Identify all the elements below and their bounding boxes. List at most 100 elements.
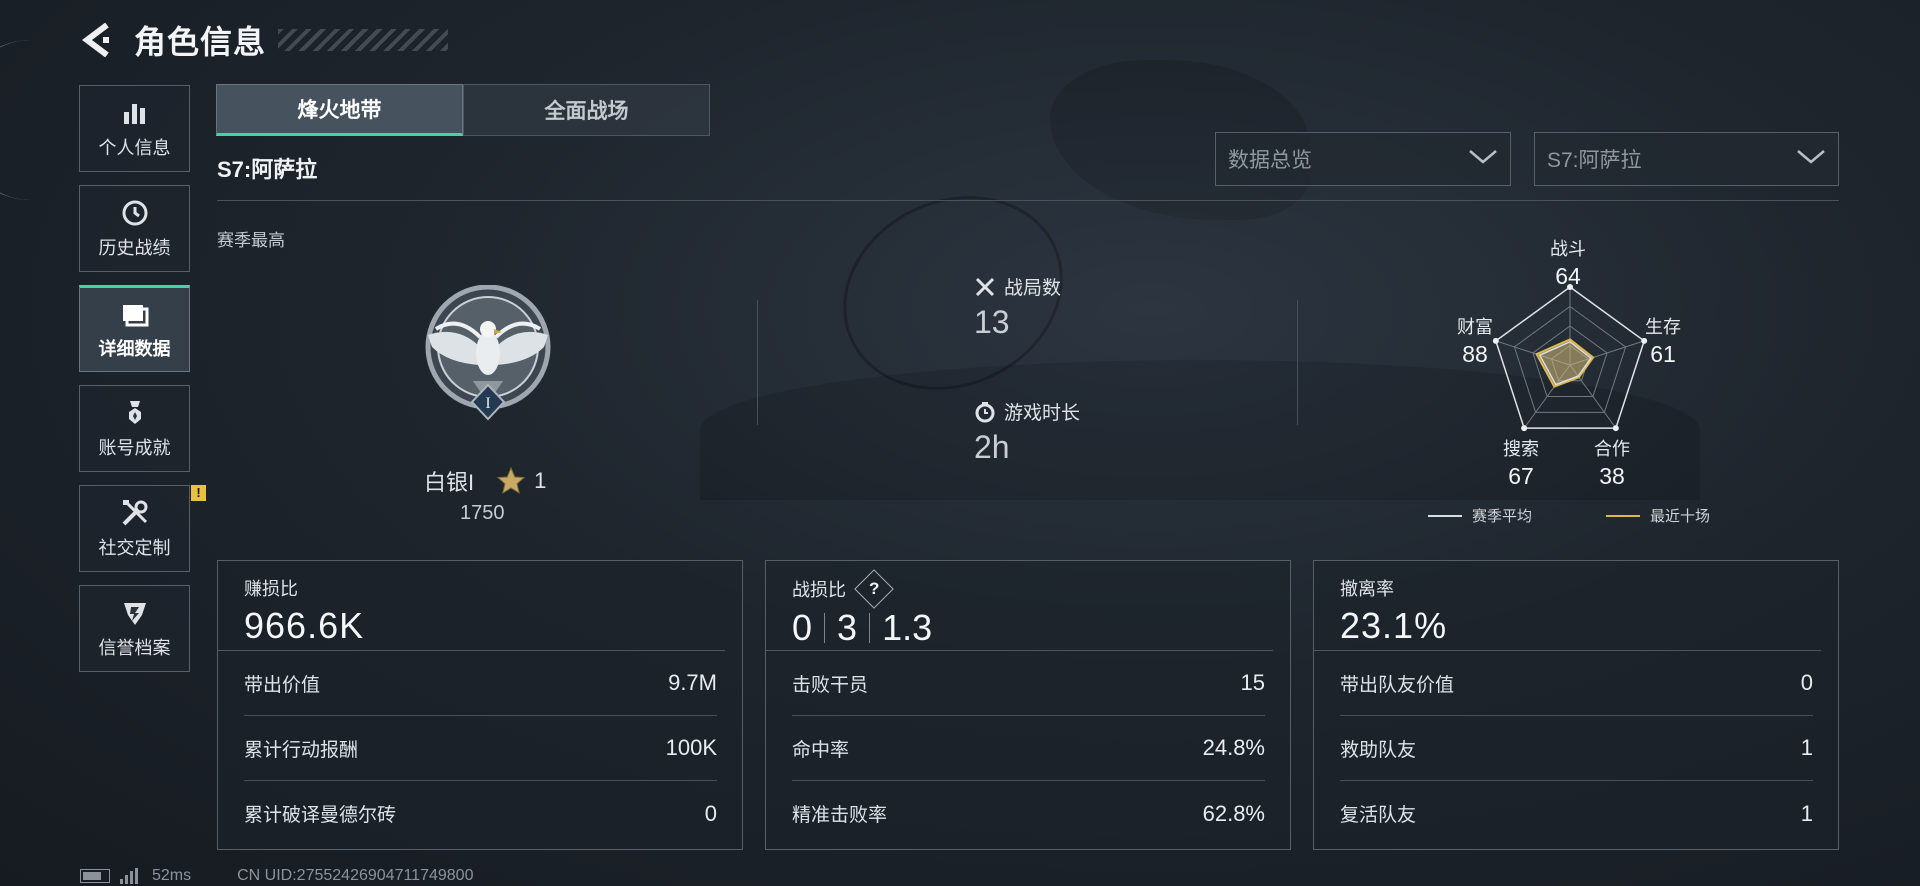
- table-row: 累计行动报酬 100K: [244, 716, 717, 781]
- playtime-stat: 游戏时长 2h: [974, 398, 1080, 466]
- sidebar: 个人信息 历史战绩 详细数据 账号成就 社交定制 ! 信誉档案: [79, 85, 206, 685]
- profit-ratio-panel: 赚损比 966.6K 带出价值 9.7M 累计行动报酬 100K 累计破译曼德尔…: [217, 560, 743, 850]
- battery-icon: [80, 869, 110, 883]
- kd-ratio-value: 1.3: [882, 607, 933, 648]
- chevron-down-icon: [1796, 147, 1826, 171]
- page-title: 角色信息: [134, 24, 267, 60]
- chevron-down-icon: [1468, 147, 1498, 171]
- radar-axis-name: 财富: [1457, 317, 1493, 337]
- achievement-medal-icon: [120, 398, 150, 428]
- sidebar-item-personal-info[interactable]: 个人信息: [79, 85, 190, 172]
- matches-value: 13: [974, 304, 1010, 340]
- radar-axis-value: 64: [1555, 263, 1581, 289]
- row-value: 1: [1800, 800, 1813, 826]
- sidebar-item-label: 信誉档案: [98, 637, 171, 658]
- notification-badge: !: [191, 485, 206, 501]
- radar-axis-value: 61: [1650, 341, 1676, 367]
- sidebar-item-social-custom[interactable]: 社交定制 !: [79, 485, 206, 572]
- sidebar-item-label: 个人信息: [98, 137, 171, 158]
- uid-text: CN UID:27552426904711749800: [237, 867, 474, 884]
- kd-ratio-panel: 战损比 ? 0 3 1.3 击败干员 15 命中率 24.8% 精准击败率 62…: [765, 560, 1291, 850]
- shield-emblem-icon: [120, 598, 150, 628]
- playtime-value: 2h: [974, 429, 1010, 465]
- row-value: 62.8%: [1202, 800, 1265, 826]
- sidebar-item-detailed-data[interactable]: 详细数据: [79, 285, 190, 372]
- sidebar-item-label: 社交定制: [98, 537, 171, 558]
- profit-ratio-value: 966.6K: [244, 605, 365, 646]
- table-row: 带出队友价值 0: [1340, 651, 1813, 716]
- legend-label: 赛季平均: [1472, 508, 1533, 525]
- vertical-divider: [757, 300, 758, 425]
- extraction-rate-value: 23.1%: [1340, 605, 1448, 646]
- radar-axis-name: 合作: [1594, 439, 1630, 459]
- radar-axis-label: 生存 61: [1623, 313, 1703, 368]
- table-row: 救助队友 1: [1340, 716, 1813, 781]
- legend-season-average: 赛季平均: [1428, 505, 1532, 526]
- legend-label: 最近十场: [1650, 508, 1711, 525]
- row-value: 24.8%: [1202, 735, 1265, 760]
- radar-axis-label: 战斗 64: [1528, 235, 1608, 290]
- sidebar-item-reputation[interactable]: 信誉档案: [79, 585, 190, 672]
- bar-chart-icon: [120, 98, 150, 128]
- season-best-label: 赛季最高: [217, 231, 285, 250]
- radar-vertex-dot: [1521, 425, 1528, 432]
- stopwatch-icon: [974, 401, 996, 423]
- rank-name: 白银I: [424, 470, 475, 495]
- tab-warzone[interactable]: 烽火地带: [216, 84, 463, 136]
- radar-axis-name: 战斗: [1550, 239, 1586, 259]
- kd-kills: 0: [792, 607, 813, 648]
- radar-axis-label: 财富 88: [1435, 313, 1515, 368]
- status-footer: 52ms CN UID:27552426904711749800: [80, 867, 473, 885]
- rank-stars-count: 1: [534, 468, 547, 493]
- rank-score: 1750: [460, 502, 505, 524]
- kd-separator: [824, 613, 826, 643]
- svg-text:I: I: [485, 395, 490, 412]
- extraction-rate-panel: 撤离率 23.1% 带出队友价值 0 救助队友 1 复活队友 1: [1313, 560, 1839, 850]
- season-select-dropdown[interactable]: S7:阿萨拉: [1534, 132, 1839, 186]
- row-value: 15: [1240, 670, 1265, 695]
- view-select-value: 数据总览: [1228, 149, 1312, 172]
- table-row: 累计破译曼德尔砖 0: [244, 781, 717, 846]
- radar-axis-label: 搜索 67: [1481, 435, 1561, 490]
- radar-axis-value: 67: [1508, 463, 1534, 489]
- row-label: 救助队友: [1340, 739, 1417, 761]
- row-label: 带出价值: [244, 674, 321, 696]
- row-label: 精准击败率: [792, 805, 888, 826]
- help-icon[interactable]: ?: [854, 569, 894, 609]
- table-row: 复活队友 1: [1340, 781, 1813, 846]
- profit-ratio-label: 赚损比: [244, 579, 298, 599]
- header: 角色信息: [80, 18, 449, 62]
- mode-tabs: 烽火地带 全面战场: [216, 84, 710, 136]
- sidebar-item-label: 历史战绩: [98, 237, 171, 258]
- legend-line-season-average: [1428, 514, 1462, 517]
- table-row: 带出价值 9.7M: [244, 651, 717, 716]
- legend-recent-ten: 最近十场: [1606, 505, 1710, 526]
- kd-separator: [869, 613, 871, 643]
- row-value: 9.7M: [668, 670, 717, 695]
- view-select-dropdown[interactable]: 数据总览: [1215, 132, 1511, 186]
- table-row: 命中率 24.8%: [792, 716, 1265, 781]
- rank-info: 白银I 1: [424, 465, 546, 497]
- kd-deaths: 3: [837, 607, 858, 648]
- playtime-label: 游戏时长: [1004, 403, 1081, 424]
- radar-vertex-dot: [1612, 425, 1619, 432]
- row-label: 复活队友: [1340, 805, 1417, 826]
- row-label: 累计行动报酬: [244, 739, 359, 761]
- row-label: 命中率: [792, 739, 850, 761]
- sidebar-item-history[interactable]: 历史战绩: [79, 185, 190, 272]
- ping-value: 52ms: [152, 867, 192, 884]
- season-title: S7:阿萨拉: [217, 157, 318, 182]
- radar-axis-name: 搜索: [1503, 439, 1539, 459]
- sidebar-item-label: 账号成就: [98, 437, 171, 458]
- radar-axis-name: 生存: [1645, 317, 1681, 337]
- row-value: 100K: [665, 735, 717, 760]
- signal-icon: [120, 868, 140, 884]
- radar-axis-value: 88: [1462, 341, 1488, 367]
- rank-emblem-icon: I: [418, 284, 558, 435]
- table-row: 击败干员 15: [792, 651, 1265, 716]
- history-clock-icon: [120, 198, 150, 228]
- vertical-divider: [1297, 300, 1298, 425]
- back-arrow-icon[interactable]: [80, 23, 114, 57]
- tab-full-battlefield[interactable]: 全面战场: [463, 84, 710, 136]
- sidebar-item-achievements[interactable]: 账号成就: [79, 385, 190, 472]
